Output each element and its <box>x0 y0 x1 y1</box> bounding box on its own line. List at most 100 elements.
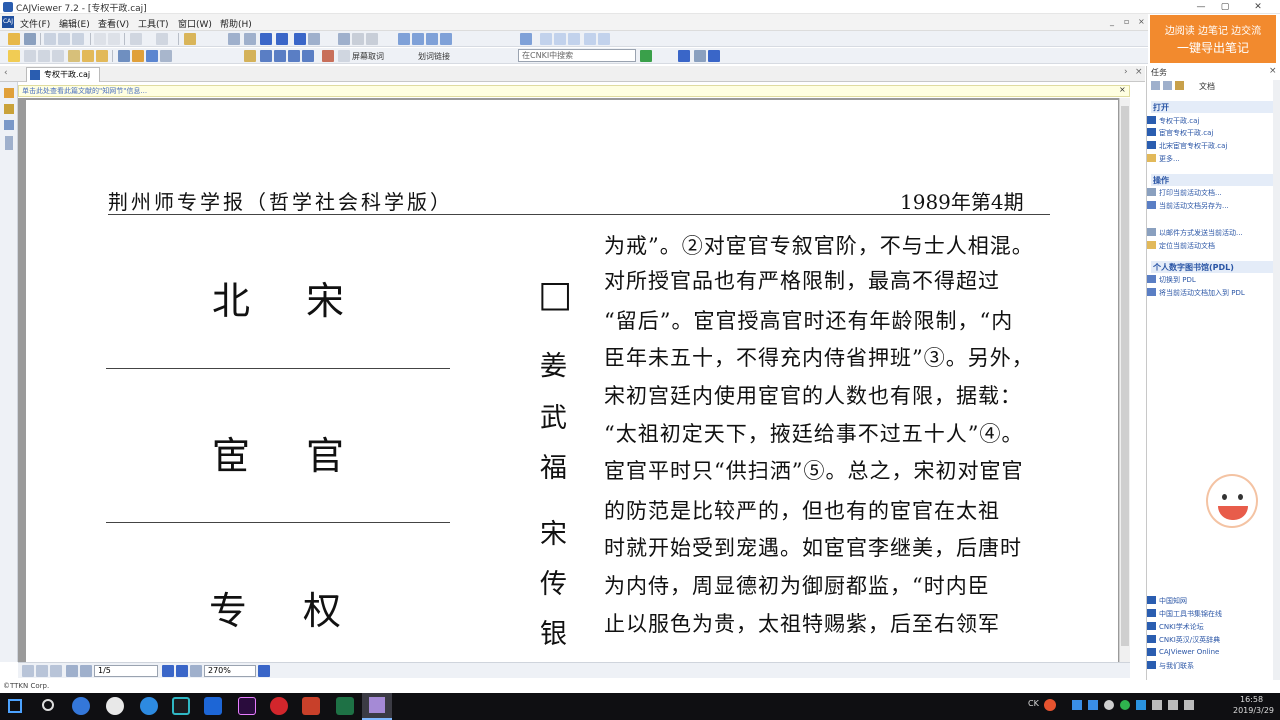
edge-icon[interactable] <box>140 697 158 715</box>
meeting-icon[interactable] <box>204 697 222 715</box>
recent-file-3[interactable]: 北宋宦官专权干政.caj <box>1147 141 1227 151</box>
tray-green-icon[interactable] <box>1120 700 1130 710</box>
locate-document-link[interactable]: 定位当前活动文档 <box>1147 241 1215 251</box>
fit-width-icon[interactable] <box>440 33 452 45</box>
recent-file-1[interactable]: 专权干政.caj <box>1147 116 1199 126</box>
actual-size-icon[interactable] <box>540 33 552 45</box>
premiere-icon[interactable] <box>238 697 256 715</box>
tray-volume-icon[interactable] <box>1152 700 1162 710</box>
mdi-minimize-button[interactable]: _ <box>1110 17 1114 26</box>
clock-time[interactable]: 16:58 <box>1240 695 1263 704</box>
tray-cloud-icon[interactable] <box>1088 700 1098 710</box>
delete-line-icon[interactable] <box>302 50 314 62</box>
annotation-icon[interactable] <box>244 50 256 62</box>
search-icon[interactable] <box>42 699 54 711</box>
tray-wechat-icon[interactable] <box>1104 700 1114 710</box>
tray-app-icon[interactable] <box>1044 699 1056 711</box>
first-page-icon[interactable] <box>228 33 240 45</box>
menu-edit[interactable]: 编辑(E) <box>59 17 90 30</box>
cnki-search-input[interactable]: 在CNKI中搜索 <box>518 49 636 62</box>
zoom-out-icon[interactable] <box>598 33 610 45</box>
snapshot-icon[interactable] <box>82 50 94 62</box>
fit-page-icon[interactable] <box>554 33 566 45</box>
facing-view-icon[interactable] <box>50 665 62 677</box>
mdi-restore-button[interactable]: ▫ <box>1124 17 1129 26</box>
next-page-icon[interactable] <box>260 33 272 45</box>
print-icon[interactable] <box>44 33 56 45</box>
reference-tools-link[interactable]: 中国工具书集锦在线 <box>1147 609 1222 619</box>
continuous-view-icon[interactable] <box>36 665 48 677</box>
cnki-link[interactable]: 中国知网 <box>1147 596 1187 606</box>
save-icon[interactable] <box>24 33 36 45</box>
recent-file-2[interactable]: 宦官专权干政.caj <box>1147 128 1213 138</box>
help-icon[interactable] <box>678 50 690 62</box>
underline-icon[interactable] <box>288 50 300 62</box>
taskpane-back-icon[interactable] <box>1151 81 1160 90</box>
switch-pdl-link[interactable]: 切换到 PDL <box>1147 275 1196 285</box>
find-icon[interactable] <box>338 33 350 45</box>
start-icon[interactable] <box>8 699 22 713</box>
image-select-icon[interactable] <box>52 50 64 62</box>
status-prev-page-icon[interactable] <box>80 665 92 677</box>
open-section-header[interactable]: 打开 <box>1153 102 1169 113</box>
rectangle-icon[interactable] <box>146 50 158 62</box>
select-arrow-icon[interactable] <box>24 50 36 62</box>
zoom-in-small-icon[interactable] <box>258 665 270 677</box>
mascot-widget[interactable] <box>1206 474 1258 528</box>
status-last-page-icon[interactable] <box>176 665 188 677</box>
cajviewer-online-link[interactable]: CAJViewer Online <box>1147 648 1219 656</box>
minimize-button[interactable]: — <box>1191 1 1211 13</box>
powerpoint-icon[interactable] <box>302 697 320 715</box>
tab-scroll-left-icon[interactable]: ‹ <box>4 68 8 78</box>
screen-word-icon[interactable] <box>322 50 334 62</box>
knowledge-node-infobar[interactable]: 单击此处查看此篇文献的"知网节"信息... <box>18 85 1130 97</box>
forward-icon[interactable] <box>308 33 320 45</box>
full-screen-icon[interactable] <box>520 33 532 45</box>
menu-tools[interactable]: 工具(T) <box>138 17 169 30</box>
taskpane-close-icon[interactable]: × <box>1269 66 1277 76</box>
cut-icon[interactable] <box>94 33 106 45</box>
send-email-link[interactable]: 以邮件方式发送当前活动... <box>1147 228 1243 238</box>
more-files-link[interactable]: 更多... <box>1147 154 1180 164</box>
strikeout-icon[interactable] <box>274 50 286 62</box>
single-view-icon[interactable] <box>22 665 34 677</box>
print-preview-icon[interactable] <box>58 33 70 45</box>
thumbnails-icon[interactable] <box>4 120 14 130</box>
pen-icon[interactable] <box>118 50 130 62</box>
hand-tool-icon[interactable] <box>8 50 20 62</box>
page-number-input[interactable]: 1/5 <box>94 665 158 677</box>
add-to-pdl-link[interactable]: 将当前活动文档加入到 PDL <box>1147 288 1245 298</box>
save-as-link[interactable]: 当前活动文档另存为... <box>1147 201 1229 211</box>
scrollbar-thumb[interactable] <box>1121 106 1129 646</box>
tray-shield-icon[interactable] <box>1072 700 1082 710</box>
pdl-section-header[interactable]: 个人数字图书馆(PDL) <box>1153 262 1234 273</box>
taskpane-home-icon[interactable] <box>1175 81 1184 90</box>
academic-forum-link[interactable]: CNKI学术论坛 <box>1147 622 1204 632</box>
annotations-icon[interactable] <box>4 104 14 114</box>
context-help-icon[interactable] <box>708 50 720 62</box>
status-next-page-icon[interactable] <box>162 665 174 677</box>
taskpane-scrollbar[interactable] <box>1273 80 1280 680</box>
dictionary-link[interactable]: CNKI英汉/汉英辞典 <box>1147 635 1220 645</box>
netease-music-icon[interactable] <box>270 697 288 715</box>
zoom-out-small-icon[interactable] <box>190 665 202 677</box>
zoom-level-input[interactable]: 270% <box>204 665 256 677</box>
tray-network-icon[interactable] <box>1168 700 1178 710</box>
continuous-icon[interactable] <box>412 33 424 45</box>
search-app-icon[interactable] <box>172 697 190 715</box>
mdi-close-button[interactable]: × <box>1138 17 1145 26</box>
find-prev-icon[interactable] <box>352 33 364 45</box>
screen-word-label[interactable]: 屏幕取词 <box>352 51 384 62</box>
text-select-icon[interactable] <box>38 50 50 62</box>
word-link-label[interactable]: 划词链接 <box>418 51 450 62</box>
open-icon[interactable] <box>8 33 20 45</box>
redo-icon[interactable] <box>156 33 168 45</box>
clock-date[interactable]: 2019/3/29 <box>1233 706 1274 715</box>
tray-battery-icon[interactable] <box>1184 700 1194 710</box>
last-page-icon[interactable] <box>276 33 288 45</box>
tab-close-icon[interactable]: × <box>1135 67 1143 77</box>
menu-help[interactable]: 帮助(H) <box>220 17 252 30</box>
highlighter-icon[interactable] <box>132 50 144 62</box>
facing-icon[interactable] <box>426 33 438 45</box>
maximize-button[interactable]: ▢ <box>1215 1 1235 13</box>
